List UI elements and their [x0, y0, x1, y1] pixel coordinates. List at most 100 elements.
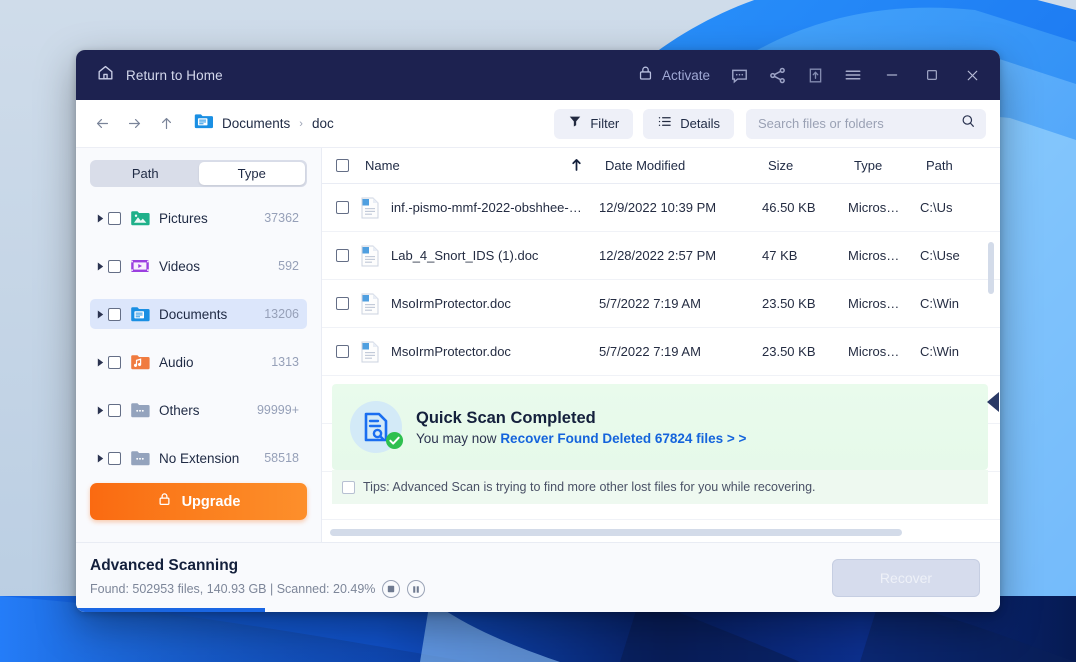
column-header-name[interactable]: Name: [365, 158, 591, 173]
cell-size: 23.50 KB: [762, 296, 816, 311]
activate-button[interactable]: Activate: [627, 58, 720, 93]
column-header-date-modified[interactable]: Date Modified: [591, 158, 754, 173]
breadcrumb-separator: ›: [299, 117, 303, 130]
column-header-path[interactable]: Path: [912, 158, 982, 173]
vertical-scrollbar-track[interactable]: [988, 184, 997, 542]
hamburger-menu-icon[interactable]: [834, 58, 872, 92]
pictures-icon: [130, 210, 150, 226]
return-to-home-button[interactable]: Return to Home: [90, 59, 229, 91]
sidebar-label-documents: Documents: [159, 306, 228, 322]
sidebar-count-audio: 1313: [271, 355, 299, 370]
sidebar-tab-path-label: Path: [131, 166, 159, 182]
table-row[interactable]: Lab_4_Snort_IDS (1).doc 12/28/2022 2:57 …: [322, 232, 1000, 280]
recover-found-files-link[interactable]: Recover Found Deleted 67824 files > >: [500, 431, 746, 446]
column-header-date-label: Date Modified: [605, 158, 686, 173]
share-icon[interactable]: [758, 58, 796, 92]
filter-icon: [568, 114, 582, 133]
word-document-icon: [361, 245, 381, 267]
details-button[interactable]: Details: [643, 108, 734, 139]
sidebar: Path Type Pictures 37362 Videos 592 Docu…: [76, 148, 322, 542]
sidebar-view-toggle: Path Type: [90, 160, 307, 188]
breadcrumb-item-doc[interactable]: doc: [312, 116, 334, 131]
cell-path: C:\Us: [920, 200, 953, 215]
upload-icon[interactable]: [796, 58, 834, 92]
desktop-background: Return to Home Activate Documents › doc …: [0, 0, 1076, 662]
minimize-button[interactable]: [872, 50, 912, 100]
expand-caret-icon[interactable]: [92, 214, 108, 223]
select-all-checkbox[interactable]: [336, 159, 349, 172]
vertical-scrollbar-thumb[interactable]: [988, 242, 994, 294]
column-header-path-label: Path: [926, 158, 953, 173]
forward-button[interactable]: [118, 108, 150, 140]
sidebar-checkbox-others[interactable]: [108, 403, 121, 417]
expand-caret-icon[interactable]: [92, 406, 108, 415]
row-checkbox[interactable]: [336, 345, 349, 358]
chat-feedback-icon[interactable]: [720, 58, 758, 92]
search-icon[interactable]: [960, 113, 976, 134]
lock-icon: [157, 491, 172, 512]
sidebar-item-audio[interactable]: Audio 1313: [90, 347, 307, 377]
close-button[interactable]: [952, 50, 992, 100]
upgrade-button[interactable]: Upgrade: [90, 483, 307, 520]
cell-name: MsoIrmProtector.doc: [391, 296, 511, 311]
sidebar-count-no-extension: 58518: [264, 451, 299, 466]
horizontal-scrollbar-thumb[interactable]: [330, 529, 902, 536]
sidebar-item-no-extension[interactable]: No Extension 58518: [90, 443, 307, 473]
cell-date: 5/7/2022 7:19 AM: [599, 296, 701, 311]
recoverit-app-window: Return to Home Activate Documents › doc …: [76, 50, 1000, 612]
sidebar-tab-type[interactable]: Type: [198, 162, 305, 186]
table-row[interactable]: inf.-pismo-mmf-2022-obshhee-uk... 12/9/2…: [322, 184, 1000, 232]
maximize-button[interactable]: [912, 50, 952, 100]
sidebar-label-pictures: Pictures: [159, 210, 208, 226]
expand-caret-icon[interactable]: [92, 358, 108, 367]
column-header-size[interactable]: Size: [754, 158, 840, 173]
pause-icon[interactable]: [407, 580, 426, 598]
sidebar-count-videos: 592: [278, 259, 299, 274]
sidebar-checkbox-documents[interactable]: [108, 307, 121, 321]
expand-caret-icon[interactable]: [92, 454, 108, 463]
breadcrumb: Documents › doc: [194, 113, 334, 134]
sidebar-count-pictures: 37362: [264, 211, 299, 226]
recover-button-label: Recover: [879, 569, 933, 586]
file-list-rows[interactable]: inf.-pismo-mmf-2022-obshhee-uk... 12/9/2…: [322, 184, 1000, 542]
file-list-header: Name Date Modified Size Type Path: [322, 148, 1000, 184]
sidebar-item-pictures[interactable]: Pictures 37362: [90, 203, 307, 233]
panel-collapse-handle[interactable]: [986, 391, 1000, 413]
row-checkbox[interactable]: [336, 201, 349, 214]
sidebar-tab-path[interactable]: Path: [92, 162, 199, 185]
scan-status-block: Advanced Scanning Found: 502953 files, 1…: [90, 557, 426, 598]
sidebar-checkbox-no-extension[interactable]: [108, 451, 121, 465]
row-checkbox[interactable]: [336, 249, 349, 262]
column-header-type[interactable]: Type: [840, 158, 912, 173]
table-row[interactable]: MsoIrmProtector.doc 5/7/2022 7:19 AM 23.…: [322, 280, 1000, 328]
expand-caret-icon[interactable]: [92, 262, 108, 271]
row-checkbox[interactable]: [336, 297, 349, 310]
breadcrumb-item-documents[interactable]: Documents: [222, 116, 290, 131]
notification-subtitle: You may now Recover Found Deleted 67824 …: [416, 431, 746, 446]
list-details-icon: [657, 114, 672, 134]
recover-button[interactable]: Recover: [832, 558, 980, 597]
stop-square-icon[interactable]: [382, 580, 401, 598]
cell-type: Microsoft ...: [848, 200, 906, 215]
filter-button[interactable]: Filter: [554, 108, 634, 139]
quick-scan-notification: Quick Scan Completed You may now Recover…: [332, 384, 988, 470]
cell-size: 46.50 KB: [762, 200, 816, 215]
up-button[interactable]: [150, 108, 182, 140]
column-header-type-label: Type: [854, 158, 883, 173]
documents-folder-icon: [194, 113, 213, 134]
sidebar-item-videos[interactable]: Videos 592: [90, 251, 307, 281]
videos-icon: [130, 258, 150, 274]
cell-size: 23.50 KB: [762, 344, 816, 359]
lock-icon: [637, 64, 654, 87]
search-box[interactable]: [746, 108, 986, 139]
sidebar-checkbox-pictures[interactable]: [108, 211, 121, 225]
cell-name: Lab_4_Snort_IDS (1).doc: [391, 248, 539, 263]
sidebar-checkbox-videos[interactable]: [108, 259, 121, 273]
sidebar-checkbox-audio[interactable]: [108, 355, 121, 369]
back-button[interactable]: [86, 108, 118, 140]
search-input[interactable]: [758, 116, 960, 131]
sidebar-item-others[interactable]: Others 99999+: [90, 395, 307, 425]
table-row[interactable]: MsoIrmProtector.doc 5/7/2022 7:19 AM 23.…: [322, 328, 1000, 376]
expand-caret-icon[interactable]: [92, 310, 108, 319]
sidebar-item-documents[interactable]: Documents 13206: [90, 299, 307, 330]
